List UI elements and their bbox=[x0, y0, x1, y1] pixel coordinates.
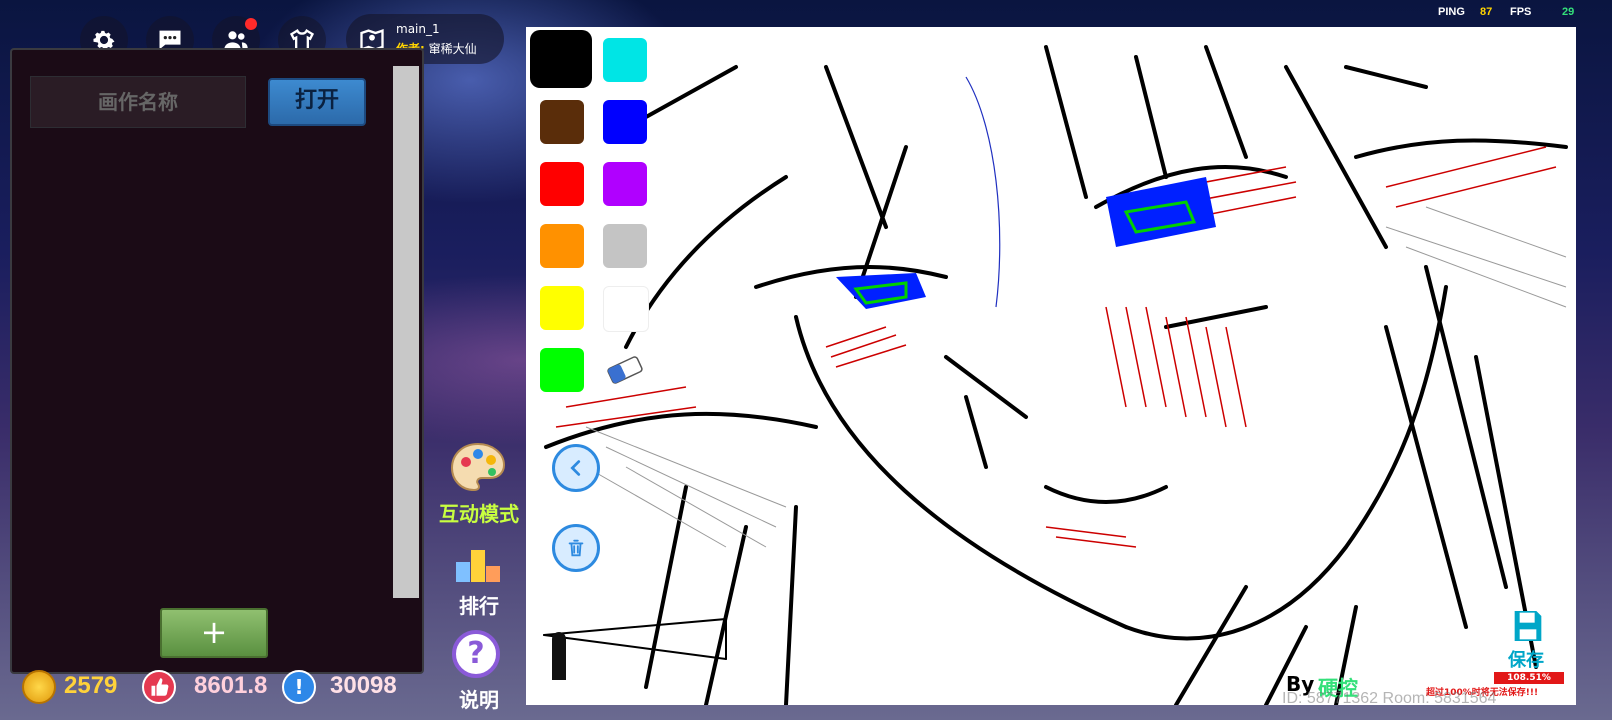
color-swatch-blue[interactable] bbox=[603, 100, 647, 144]
save-disk-icon bbox=[1514, 611, 1542, 641]
color-swatch-yellow[interactable] bbox=[540, 286, 584, 330]
ranking-label[interactable]: 排行 bbox=[434, 590, 524, 619]
sketch-artwork bbox=[543, 45, 1568, 705]
panel-scrollbar[interactable] bbox=[393, 66, 419, 598]
interactive-mode-label[interactable]: 互动模式 bbox=[434, 498, 524, 527]
help-button[interactable]: ? bbox=[452, 630, 500, 678]
color-swatch-red[interactable] bbox=[540, 162, 584, 206]
color-swatch-white[interactable] bbox=[603, 286, 649, 332]
color-swatch-green[interactable] bbox=[540, 348, 584, 392]
color-swatch-orange[interactable] bbox=[540, 224, 584, 268]
coin-count: 2579 bbox=[64, 672, 118, 699]
fps-label: FPS bbox=[1510, 6, 1532, 18]
interactive-mode-button[interactable] bbox=[448, 440, 508, 496]
fps-value: 29 bbox=[1562, 6, 1575, 18]
color-swatch-gray[interactable] bbox=[603, 224, 647, 268]
open-button[interactable]: 打开 bbox=[268, 78, 366, 126]
color-swatch-purple[interactable] bbox=[603, 162, 647, 206]
trash-icon bbox=[568, 539, 584, 557]
like-icon bbox=[142, 670, 176, 704]
color-swatch-black[interactable] bbox=[530, 30, 592, 88]
like-count: 8601.8 bbox=[194, 672, 268, 699]
drawing-canvas[interactable] bbox=[526, 27, 1576, 705]
save-percent: 108.51% bbox=[1494, 672, 1564, 684]
back-arrow-icon bbox=[570, 460, 581, 476]
notification-dot bbox=[245, 18, 257, 30]
ranking-button[interactable] bbox=[454, 544, 502, 584]
undo-button[interactable] bbox=[552, 444, 600, 492]
map-name: main_1 bbox=[396, 22, 440, 36]
author-name: 窜稀大仙 bbox=[428, 42, 477, 56]
add-drawing-button[interactable]: + bbox=[160, 608, 268, 658]
watermark: ID: 58771362 Room: 5831564 bbox=[1282, 690, 1497, 707]
drawing-list-panel bbox=[10, 48, 424, 674]
brush-size-handle[interactable] bbox=[552, 632, 566, 680]
ping-label: PING bbox=[1438, 6, 1465, 18]
save-label[interactable]: 保存 bbox=[1508, 646, 1544, 672]
save-button[interactable] bbox=[1508, 606, 1548, 646]
palette-icon bbox=[450, 442, 506, 492]
drawing-name-input[interactable]: 画作名称 bbox=[30, 76, 246, 128]
ping-value: 87 bbox=[1480, 6, 1493, 18]
points-icon: ! bbox=[282, 670, 316, 704]
points-count: 30098 bbox=[330, 672, 397, 699]
help-label[interactable]: 说明 bbox=[434, 684, 524, 713]
eraser-icon bbox=[607, 356, 643, 384]
color-swatch-brown[interactable] bbox=[540, 100, 584, 144]
eraser-button[interactable] bbox=[603, 352, 647, 388]
clear-canvas-button[interactable] bbox=[552, 524, 600, 572]
color-swatch-cyan[interactable] bbox=[603, 38, 647, 82]
coin-icon bbox=[22, 670, 56, 704]
podium-icon bbox=[456, 550, 500, 582]
